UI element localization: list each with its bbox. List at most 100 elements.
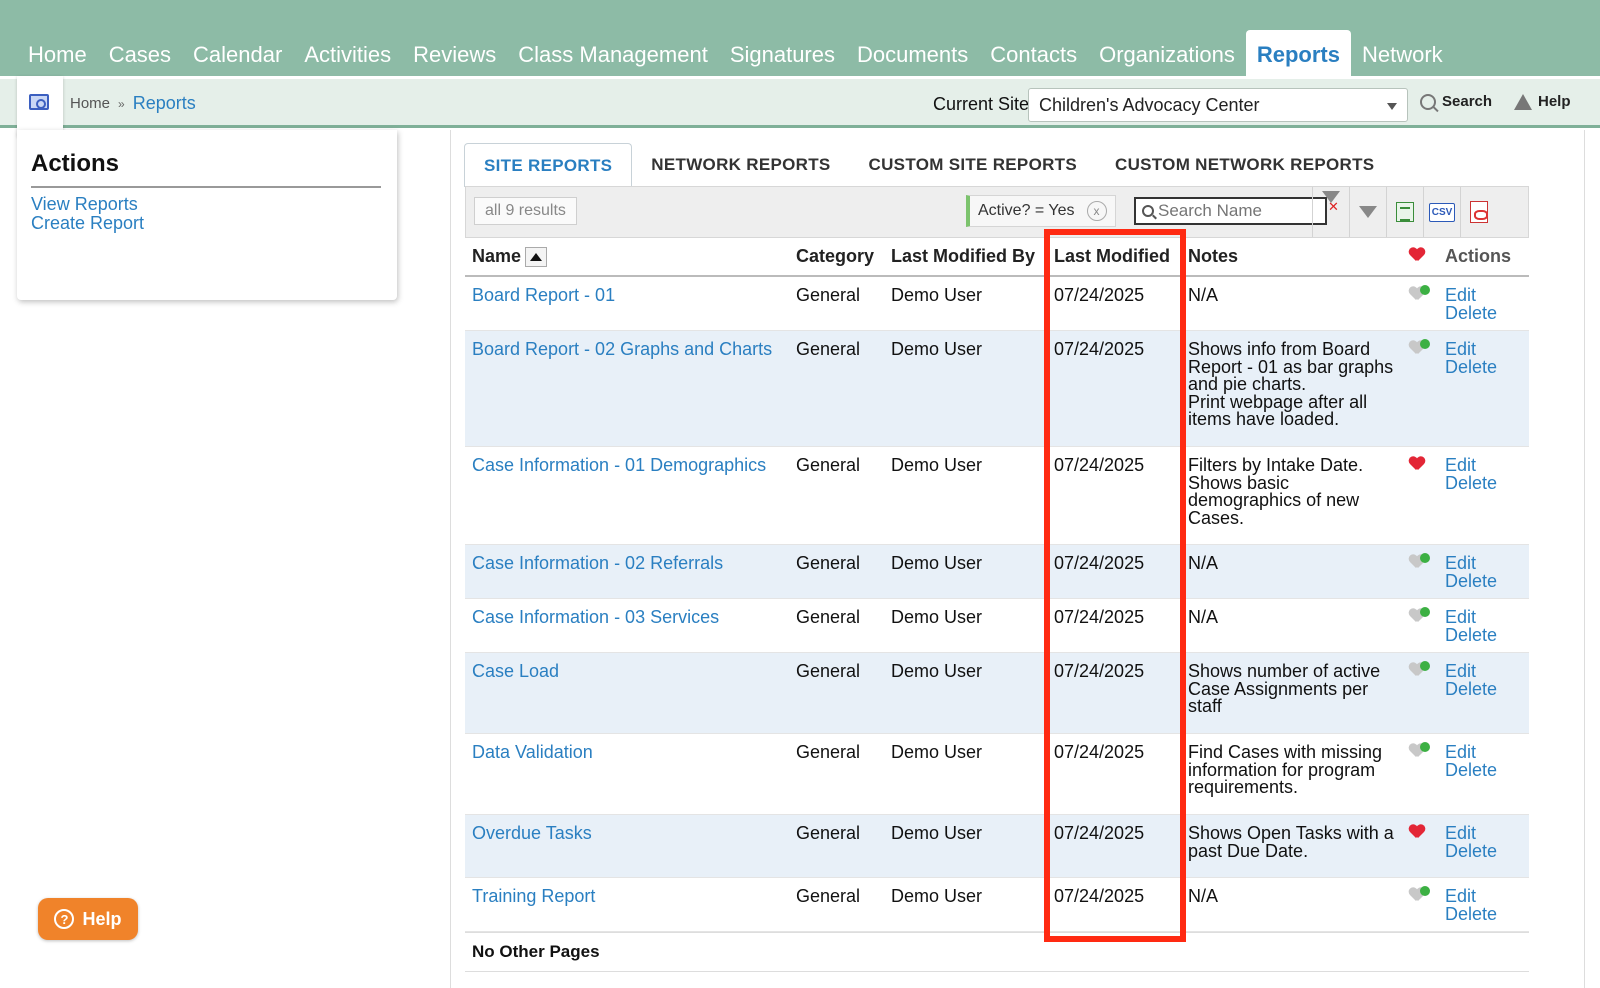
help-link[interactable]: Help [1514,93,1571,110]
tab-site-reports[interactable]: SITE REPORTS [464,143,633,187]
edit-report-link[interactable]: Edit [1445,608,1522,627]
actions-title: Actions [31,150,120,177]
help-button[interactable]: ? Help [38,898,138,940]
favorite-cell [1402,330,1438,447]
report-name-link[interactable]: Board Report - 02 Graphs and Charts [472,339,772,359]
nav-item-cases[interactable]: Cases [98,30,182,76]
report-name-link[interactable]: Board Report - 01 [472,285,615,305]
report-tabs: SITE REPORTS NETWORK REPORTS CUSTOM SITE R… [464,143,1393,187]
report-notes-line: Shows Open Tasks with a [1188,823,1394,843]
name-column-header[interactable]: Name [465,238,789,277]
search-name-input[interactable] [1158,201,1318,221]
delete-report-link[interactable]: Delete [1445,572,1522,591]
add-favorite-icon[interactable] [1409,742,1430,758]
sort-ascending-icon[interactable] [525,247,548,268]
active-filter-label: Active? = Yes [978,202,1075,219]
delete-report-link[interactable]: Delete [1445,358,1522,377]
export-pdf-button[interactable] [1460,187,1497,237]
report-name-link[interactable]: Overdue Tasks [472,823,592,843]
edit-report-link[interactable]: Edit [1445,340,1522,359]
favorite-cell [1402,814,1438,878]
remove-filter-icon[interactable]: x [1086,201,1107,221]
current-site-value: Children's Advocacy Center [1039,95,1260,115]
edit-report-link[interactable]: Edit [1445,456,1522,475]
nav-item-network[interactable]: Network [1351,30,1454,76]
report-notes-line: staff [1188,696,1222,716]
nav-item-home[interactable]: Home [17,30,98,76]
nav-item-activities[interactable]: Activities [293,30,402,76]
nav-item-class-management[interactable]: Class Management [507,30,719,76]
search-link[interactable]: Search [1420,93,1492,110]
delete-report-link[interactable]: Delete [1445,304,1522,323]
add-favorite-icon[interactable] [1409,661,1430,677]
tab-network-reports[interactable]: NETWORK REPORTS [632,143,849,187]
add-favorite-icon[interactable] [1409,607,1430,623]
report-name-link[interactable]: Case Information - 03 Services [472,607,719,627]
report-name-link-cell: Board Report - 02 Graphs and Charts [465,330,789,447]
report-notes-line: items have loaded. [1188,409,1340,429]
page-icon-tab[interactable] [17,76,63,138]
edit-report-link[interactable]: Edit [1445,824,1522,843]
clear-filters-button[interactable] [1312,187,1349,237]
report-name-link[interactable]: Case Information - 01 Demographics [472,455,766,475]
nav-item-signatures[interactable]: Signatures [719,30,846,76]
report-modified-by: Demo User [891,661,983,681]
report-name-link[interactable]: Case Information - 02 Referrals [472,553,723,573]
export-csv-button[interactable]: CSV [1423,187,1460,237]
breadcrumb-current[interactable]: Reports [133,93,196,114]
delete-report-link[interactable]: Delete [1445,626,1522,645]
favorite-cell [1402,877,1438,932]
table-row: Training Report General Demo User 07/24/202… [465,877,1529,932]
add-favorite-icon[interactable] [1409,553,1430,569]
tab-custom-site-reports[interactable]: CUSTOM SITE REPORTS [850,143,1096,187]
nav-item-documents[interactable]: Documents [846,30,979,76]
delete-report-link[interactable]: Delete [1445,761,1522,780]
filter-button[interactable] [1349,187,1386,237]
nav-item-reports[interactable]: Reports [1245,30,1351,76]
view-reports-link[interactable]: View Reports [31,194,138,215]
report-name-link[interactable]: Case Load [472,661,559,681]
nav-item-calendar[interactable]: Calendar [182,30,293,76]
delete-report-link[interactable]: Delete [1445,842,1522,861]
notes-column-header[interactable]: Notes [1181,238,1402,277]
edit-report-link[interactable]: Edit [1445,743,1522,762]
add-favorite-icon[interactable] [1409,339,1430,355]
last-modified-by-column-header[interactable]: Last Modified By [884,238,1047,277]
report-notes-cell: N/A [1181,877,1402,932]
report-last-modified-cell: 07/24/2025 [1047,330,1181,447]
report-modified-by-cell: Demo User [884,598,1047,653]
report-last-modified: 07/24/2025 [1054,823,1145,843]
last-modified-column-header[interactable]: Last Modified [1047,238,1181,277]
export-excel-button[interactable] [1386,187,1423,237]
current-site-select[interactable]: Children's Advocacy Center [1028,88,1408,122]
delete-report-link[interactable]: Delete [1445,680,1522,699]
edit-report-link[interactable]: Edit [1445,887,1522,906]
row-actions-cell: Edit Delete [1438,733,1529,815]
tab-custom-network-reports[interactable]: CUSTOM NETWORK REPORTS [1096,143,1393,187]
search-name-field[interactable] [1134,197,1327,225]
row-actions-cell: Edit Delete [1438,544,1529,599]
breadcrumb-home[interactable]: Home [70,95,110,112]
report-name-link[interactable]: Training Report [472,886,595,906]
create-report-link[interactable]: Create Report [31,213,144,234]
edit-report-link[interactable]: Edit [1445,554,1522,573]
add-favorite-icon[interactable] [1409,886,1430,902]
report-name-link[interactable]: Data Validation [472,742,593,762]
table-row: Case Load General Demo User 07/24/2025 Shows… [465,652,1529,734]
delete-report-link[interactable]: Delete [1445,905,1522,924]
delete-report-link[interactable]: Delete [1445,474,1522,493]
favorite-heart-icon[interactable] [1409,825,1425,839]
category-column-header[interactable]: Category [789,238,884,277]
report-notes-cell: Shows Open Tasks with a past Due Date. [1181,814,1402,878]
question-icon: ? [54,909,75,929]
row-actions-cell: Edit Delete [1438,276,1529,331]
report-last-modified: 07/24/2025 [1054,553,1145,573]
report-modified-by-cell: Demo User [884,814,1047,878]
nav-item-reviews[interactable]: Reviews [402,30,507,76]
edit-report-link[interactable]: Edit [1445,286,1522,305]
nav-item-organizations[interactable]: Organizations [1088,30,1246,76]
add-favorite-icon[interactable] [1409,285,1430,301]
favorite-heart-icon[interactable] [1409,457,1425,471]
edit-report-link[interactable]: Edit [1445,662,1522,681]
nav-item-contacts[interactable]: Contacts [979,30,1088,76]
